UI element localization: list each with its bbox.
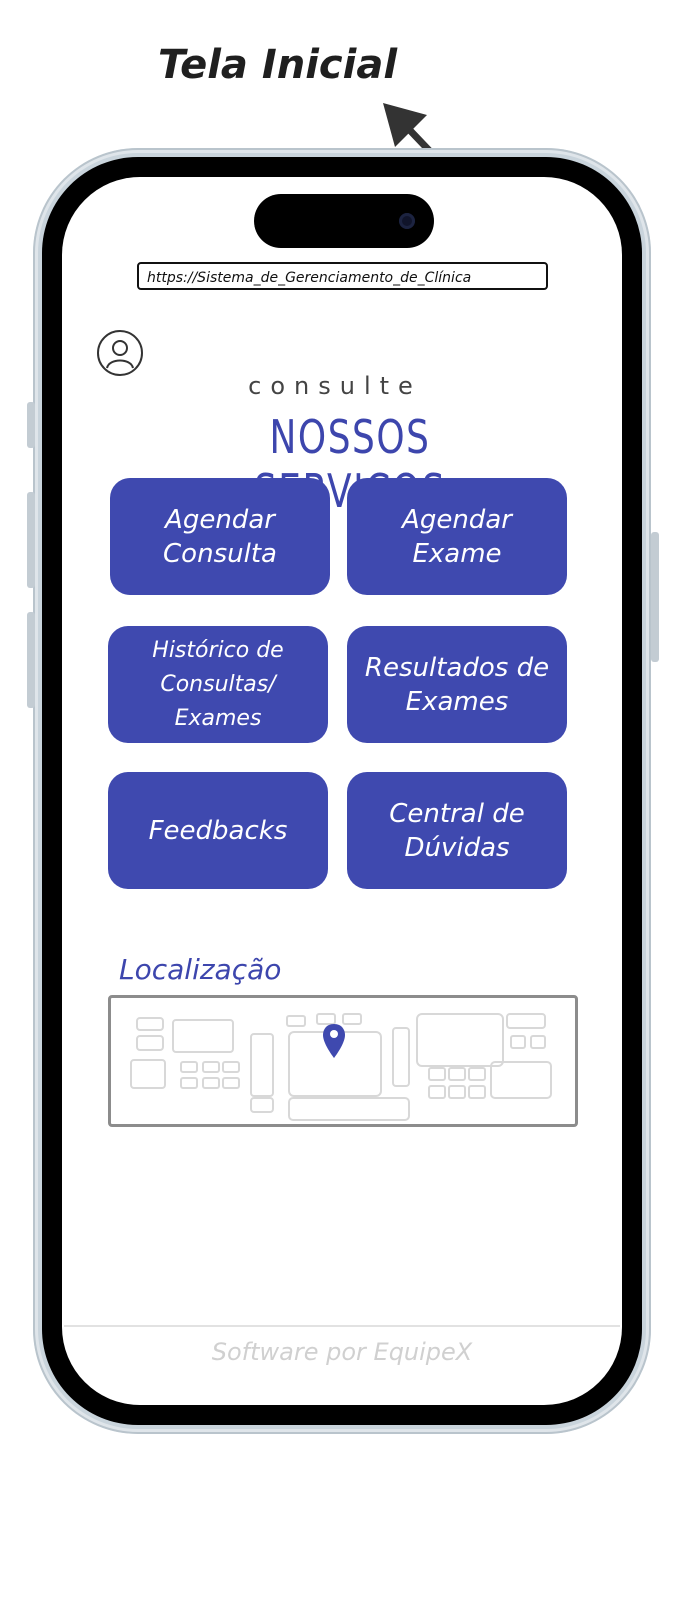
map-blocks [130, 1013, 552, 1121]
user-avatar-icon[interactable] [97, 330, 143, 376]
historico-button[interactable]: Histórico de Consultas/ Exames [108, 626, 328, 743]
side-button-power [651, 532, 659, 662]
feedbacks-button[interactable]: Feedbacks [108, 772, 328, 889]
side-button-volume-up [27, 492, 35, 588]
map-pin-icon [323, 1024, 345, 1058]
url-bar[interactable]: https://Sistema_de_Gerenciamento_de_Clín… [137, 262, 548, 290]
user-silhouette-icon [106, 340, 134, 369]
section-subtitle: consulte [248, 372, 422, 400]
resultados-exames-label: Resultados de Exames [364, 652, 550, 717]
side-button-action [27, 402, 35, 448]
agendar-exame-button[interactable]: Agendar Exame [347, 478, 567, 595]
camera-icon [399, 213, 415, 229]
feedbacks-label: Feedbacks [148, 815, 288, 846]
page-heading: Tela Inicial [157, 42, 398, 88]
historico-label: Histórico de Consultas/ Exames [152, 637, 284, 731]
agendar-consulta-label: Agendar Consulta [163, 504, 277, 569]
central-duvidas-button[interactable]: Central de Dúvidas [347, 772, 567, 889]
resultados-exames-button[interactable]: Resultados de Exames [347, 626, 567, 743]
central-duvidas-label: Central de Dúvidas [389, 798, 525, 863]
side-button-volume-down [27, 612, 35, 708]
location-label: Localização [119, 953, 282, 986]
agendar-exame-label: Agendar Exame [402, 504, 512, 569]
footer-divider [64, 1325, 620, 1327]
footer-credit: Software por EquipeX [211, 1338, 473, 1366]
agendar-consulta-button[interactable]: Agendar Consulta [110, 478, 330, 595]
location-map[interactable] [108, 995, 578, 1127]
